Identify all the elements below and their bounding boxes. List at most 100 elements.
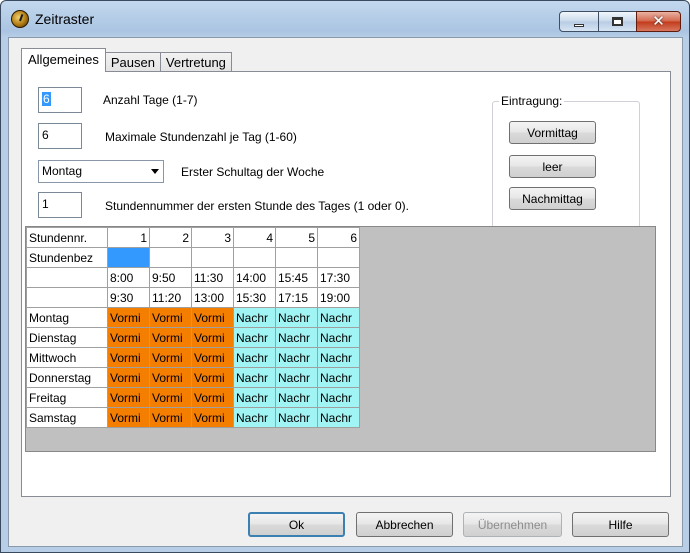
day-row-header: Mittwoch	[26, 347, 108, 368]
end-time-cell[interactable]: 15:30	[233, 287, 276, 308]
grid-cell-afternoon[interactable]: Nachr	[275, 327, 318, 348]
grid-cell-morning[interactable]: Vormi	[191, 307, 234, 328]
help-button[interactable]: Hilfe	[572, 512, 669, 537]
column-header[interactable]: 2	[149, 227, 192, 248]
end-time-cell[interactable]: 13:00	[191, 287, 234, 308]
grid-cell-morning[interactable]: Vormi	[191, 347, 234, 368]
grid-cell-morning[interactable]: Vormi	[107, 347, 150, 368]
max-hours-input[interactable]: 6	[38, 123, 82, 149]
tab-strip: Allgemeines Pausen Vertretung	[21, 48, 232, 72]
apply-button: Übernehmen	[463, 512, 562, 537]
grid-cell-afternoon[interactable]: Nachr	[233, 347, 276, 368]
grid-cell-afternoon[interactable]: Nachr	[275, 347, 318, 368]
grid-cell-morning[interactable]: Vormi	[149, 327, 192, 348]
grid-cell-morning[interactable]: Vormi	[191, 327, 234, 348]
start-time-cell[interactable]: 11:30	[191, 267, 234, 288]
start-time-cell[interactable]: 9:50	[149, 267, 192, 288]
grid-cell-afternoon[interactable]: Nachr	[233, 307, 276, 328]
max-hours-label: Maximale Stundenzahl je Tag (1-60)	[105, 130, 297, 144]
grid-cell-morning[interactable]: Vormi	[107, 307, 150, 328]
grid-cell-morning[interactable]: Vormi	[149, 367, 192, 388]
maximize-button[interactable]	[598, 11, 637, 32]
grid-cell-afternoon[interactable]: Nachr	[233, 327, 276, 348]
tab-vertretung[interactable]: Vertretung	[159, 52, 232, 72]
days-count-value: 6	[42, 92, 51, 106]
start-time-cell[interactable]: 15:45	[275, 267, 318, 288]
start-time-cell[interactable]: 8:00	[107, 267, 150, 288]
grid-cell-morning[interactable]: Vormi	[107, 367, 150, 388]
grid-cell-afternoon[interactable]: Nachr	[317, 327, 360, 348]
grid-cell[interactable]	[149, 247, 192, 268]
grid-cell-afternoon[interactable]: Nachr	[317, 387, 360, 408]
day-row-header: Donnerstag	[26, 367, 108, 388]
cancel-button[interactable]: Abbrechen	[356, 512, 453, 537]
day-row-donnerstag: Donnerstag Vormi Vormi Vormi Nachr Nachr…	[26, 367, 360, 388]
empty-button[interactable]: leer	[509, 155, 596, 178]
day-row-montag: Montag Vormi Vormi Vormi Nachr Nachr Nac…	[26, 307, 360, 328]
first-hour-input[interactable]: 1	[38, 192, 82, 218]
grid-cell-afternoon[interactable]: Nachr	[275, 307, 318, 328]
max-hours-value: 6	[42, 128, 49, 142]
grid-cell[interactable]	[275, 247, 318, 268]
start-time-cell[interactable]: 17:30	[317, 267, 360, 288]
end-time-cell[interactable]: 19:00	[317, 287, 360, 308]
tab-pausen[interactable]: Pausen	[104, 52, 161, 72]
grid-cell-afternoon[interactable]: Nachr	[233, 387, 276, 408]
grid-cell-afternoon[interactable]: Nachr	[317, 407, 360, 428]
close-button[interactable]: ✕	[636, 11, 681, 32]
minimize-button[interactable]	[559, 11, 599, 32]
afternoon-button[interactable]: Nachmittag	[509, 187, 596, 210]
grid-cell[interactable]	[233, 247, 276, 268]
grid-cell-afternoon[interactable]: Nachr	[317, 347, 360, 368]
grid-cell-morning[interactable]: Vormi	[149, 347, 192, 368]
grid-cell-morning[interactable]: Vormi	[107, 387, 150, 408]
column-header[interactable]: 1	[107, 227, 150, 248]
day-row-header: Samstag	[26, 407, 108, 428]
grid-cell-selected[interactable]	[107, 247, 150, 268]
first-day-value: Montag	[42, 164, 83, 178]
column-header[interactable]: 4	[233, 227, 276, 248]
grid-cell-afternoon[interactable]: Nachr	[233, 407, 276, 428]
grid-label-row: Stundenbez	[26, 247, 360, 268]
grid-cell-morning[interactable]: Vormi	[107, 407, 150, 428]
end-time-cell[interactable]: 11:20	[149, 287, 192, 308]
entry-group: Eintragung: Vormittag leer Nachmittag	[492, 94, 640, 228]
grid-cell-morning[interactable]: Vormi	[149, 307, 192, 328]
grid-cell-afternoon[interactable]: Nachr	[317, 367, 360, 388]
days-count-input[interactable]: 6	[38, 87, 82, 113]
chevron-down-icon	[151, 169, 159, 174]
minimize-icon	[574, 24, 584, 27]
dialog-client: Allgemeines Pausen Vertretung 6 Anzahl T…	[8, 37, 683, 547]
grid-cell-afternoon[interactable]: Nachr	[233, 367, 276, 388]
grid-start-time-row: 8:00 9:50 11:30 14:00 15:45 17:30	[26, 267, 360, 288]
title-bar[interactable]: Zeitraster ✕	[1, 1, 689, 37]
grid-cell-morning[interactable]: Vormi	[191, 367, 234, 388]
morning-button[interactable]: Vormittag	[509, 121, 596, 144]
column-header[interactable]: 3	[191, 227, 234, 248]
grid-cell-morning[interactable]: Vormi	[149, 387, 192, 408]
grid-cell-afternoon[interactable]: Nachr	[275, 367, 318, 388]
grid-cell-morning[interactable]: Vormi	[107, 327, 150, 348]
day-row-header: Dienstag	[26, 327, 108, 348]
grid-corner-cell: Stundennr.	[26, 227, 108, 248]
grid-cell-afternoon[interactable]: Nachr	[317, 307, 360, 328]
grid-cell[interactable]	[317, 247, 360, 268]
end-time-cell[interactable]: 9:30	[107, 287, 150, 308]
grid-cell-morning[interactable]: Vormi	[191, 407, 234, 428]
tab-allgemeines[interactable]: Allgemeines	[21, 48, 106, 72]
column-header[interactable]: 5	[275, 227, 318, 248]
first-day-select[interactable]: Montag	[38, 160, 164, 183]
day-row-header: Freitag	[26, 387, 108, 408]
grid-cell-morning[interactable]: Vormi	[149, 407, 192, 428]
timetable-grid[interactable]: Stundennr. 1 2 3 4 5 6 Stundenbez 8:00 9…	[25, 226, 656, 452]
grid-cell-afternoon[interactable]: Nachr	[275, 387, 318, 408]
grid-cell[interactable]	[191, 247, 234, 268]
row-header	[26, 287, 108, 308]
end-time-cell[interactable]: 17:15	[275, 287, 318, 308]
ok-button[interactable]: Ok	[248, 512, 345, 537]
grid-cell-afternoon[interactable]: Nachr	[275, 407, 318, 428]
column-header[interactable]: 6	[317, 227, 360, 248]
grid-cell-morning[interactable]: Vormi	[191, 387, 234, 408]
start-time-cell[interactable]: 14:00	[233, 267, 276, 288]
first-hour-label: Stundennummer der ersten Stunde des Tage…	[105, 199, 409, 213]
